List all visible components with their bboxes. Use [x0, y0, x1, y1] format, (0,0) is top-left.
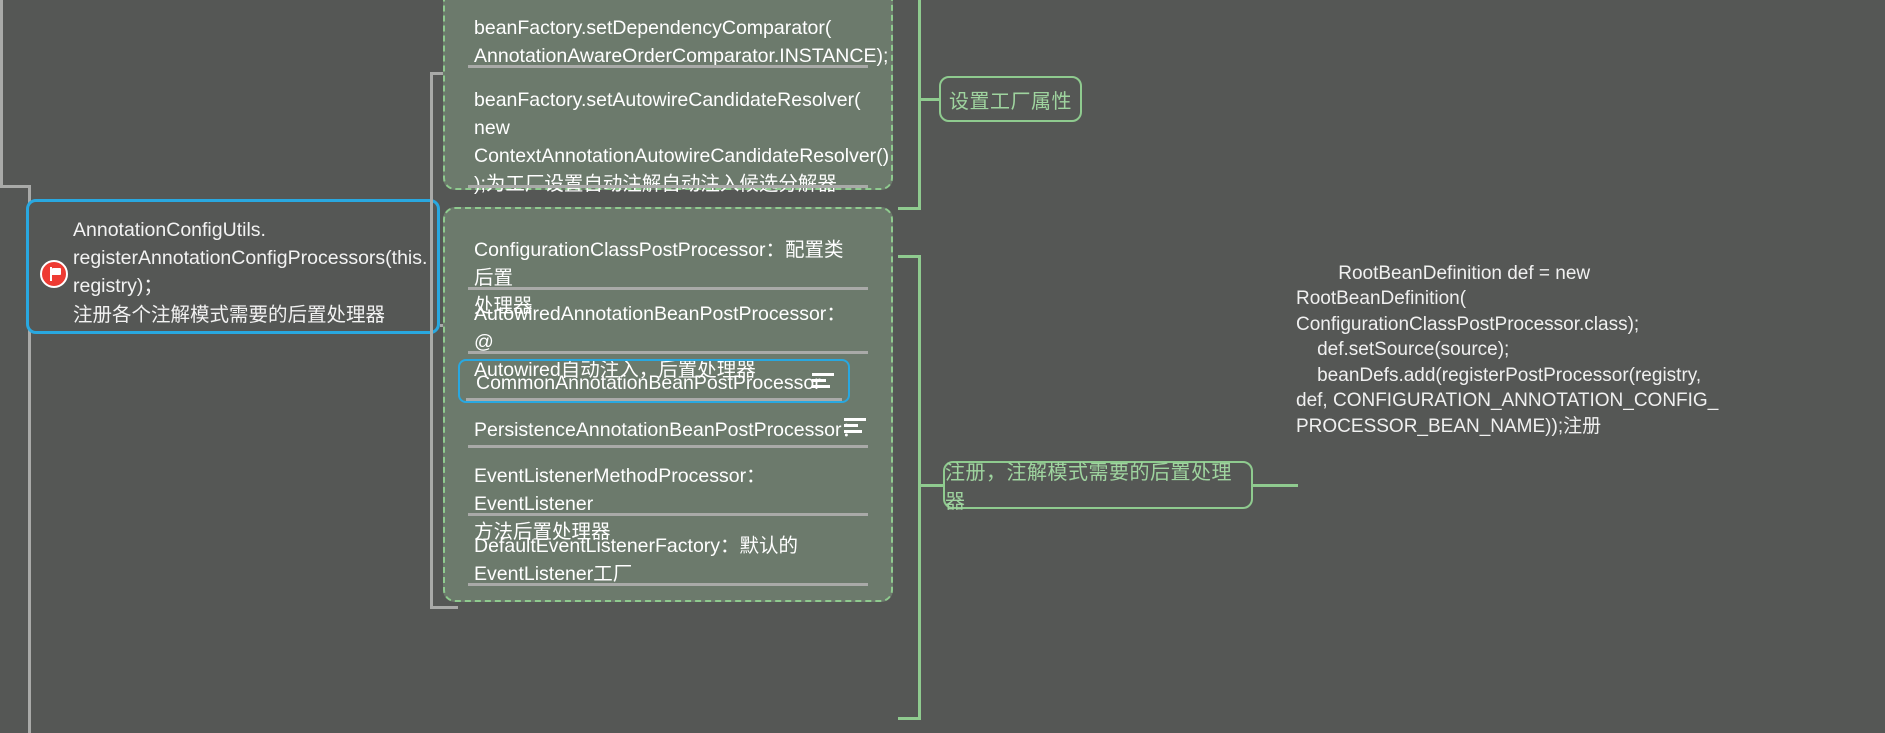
group-processors-spine: [918, 255, 921, 484]
row-underline: [468, 185, 868, 188]
row-underline: [468, 513, 868, 516]
focused-topic-code-text: AnnotationConfigUtils. registerAnnotatio…: [73, 219, 428, 297]
red-flag-marker-icon: [40, 260, 68, 288]
connector-label-to-right-note: [1253, 484, 1298, 487]
group-processors-spine-lower: [918, 484, 921, 720]
group-factory-label[interactable]: 设置工厂属性: [939, 76, 1082, 122]
topic-row-text: CommonAnnotationBeanPostProcessor: [476, 372, 821, 394]
topic-row-setAutowireCandidateResolver[interactable]: beanFactory.setAutowireCandidateResolver…: [458, 78, 889, 195]
topic-row-ConfigurationClassPostProcessor[interactable]: ConfigurationClassPostProcessor：配置类后置 处理…: [458, 228, 878, 317]
group-processors-label-text: 注册，注解模式需要的后置处理器: [945, 462, 1232, 513]
group-processors-label-connector: [918, 484, 944, 487]
connector-parent-vertical: [0, 0, 3, 188]
topic-row-DefaultEventListenerFactory[interactable]: DefaultEventListenerFactory：默认的 EventLis…: [458, 524, 878, 586]
focused-topic-node[interactable]: AnnotationConfigUtils. registerAnnotatio…: [26, 199, 440, 334]
row-underline: [468, 445, 868, 448]
right-code-note[interactable]: RootBeanDefinition def = new RootBeanDef…: [1296, 235, 1885, 465]
connector-children-spine-lower: [430, 324, 433, 609]
topic-row-CommonAnnotationBeanPostProcessor[interactable]: CommonAnnotationBeanPostProcessor: [458, 359, 850, 403]
connector-children-spine: [430, 72, 433, 324]
topic-row-text: beanFactory.setAutowireCandidateResolver…: [474, 89, 890, 195]
row-underline: [468, 65, 868, 68]
topic-row-PersistenceAnnotationBeanPostProcessor[interactable]: PersistenceAnnotationBeanPostProcessor：: [458, 408, 878, 448]
right-code-note-text: RootBeanDefinition def = new RootBeanDef…: [1296, 262, 1719, 437]
row-underline: [468, 287, 868, 290]
note-lines-icon[interactable]: [844, 418, 866, 434]
connector-spine-bottom-cap: [430, 606, 458, 609]
row-underline: [468, 351, 868, 354]
group-factory-spine-lower: [918, 98, 921, 210]
topic-row-text: PersistenceAnnotationBeanPostProcessor：: [474, 419, 861, 441]
group-processors-spine-bottom-cap: [898, 717, 920, 720]
row-underline: [468, 583, 868, 586]
group-factory-spine: [918, 0, 921, 98]
topic-row-text: DefaultEventListenerFactory：默认的 EventLis…: [474, 535, 799, 585]
topic-row-text: beanFactory.setDependencyComparator( Ann…: [474, 17, 889, 67]
mindmap-canvas[interactable]: AnnotationConfigUtils. registerAnnotatio…: [0, 0, 1885, 733]
row-underline: [466, 398, 842, 401]
group-factory-label-text: 设置工厂属性: [949, 90, 1072, 113]
note-lines-icon[interactable]: [812, 373, 834, 389]
connector-parent-horizontal: [0, 185, 30, 188]
topic-row-EventListenerMethodProcessor[interactable]: EventListenerMethodProcessor：EventListen…: [458, 454, 878, 543]
group-processors-spine-top-cap: [898, 255, 920, 258]
focused-topic-description-text: 注册各个注解模式需要的后置处理器: [73, 304, 386, 326]
group-factory-label-connector: [918, 98, 940, 101]
topic-row-setDependencyComparator[interactable]: beanFactory.setDependencyComparator( Ann…: [458, 6, 889, 68]
topic-row-AutowiredAnnotationBeanPostProcessor[interactable]: AutowiredAnnotationBeanPostProcessor：@ A…: [458, 292, 878, 381]
group-factory-spine-bottom-cap: [898, 207, 920, 210]
group-processors-label[interactable]: 注册，注解模式需要的后置处理器: [943, 461, 1253, 513]
